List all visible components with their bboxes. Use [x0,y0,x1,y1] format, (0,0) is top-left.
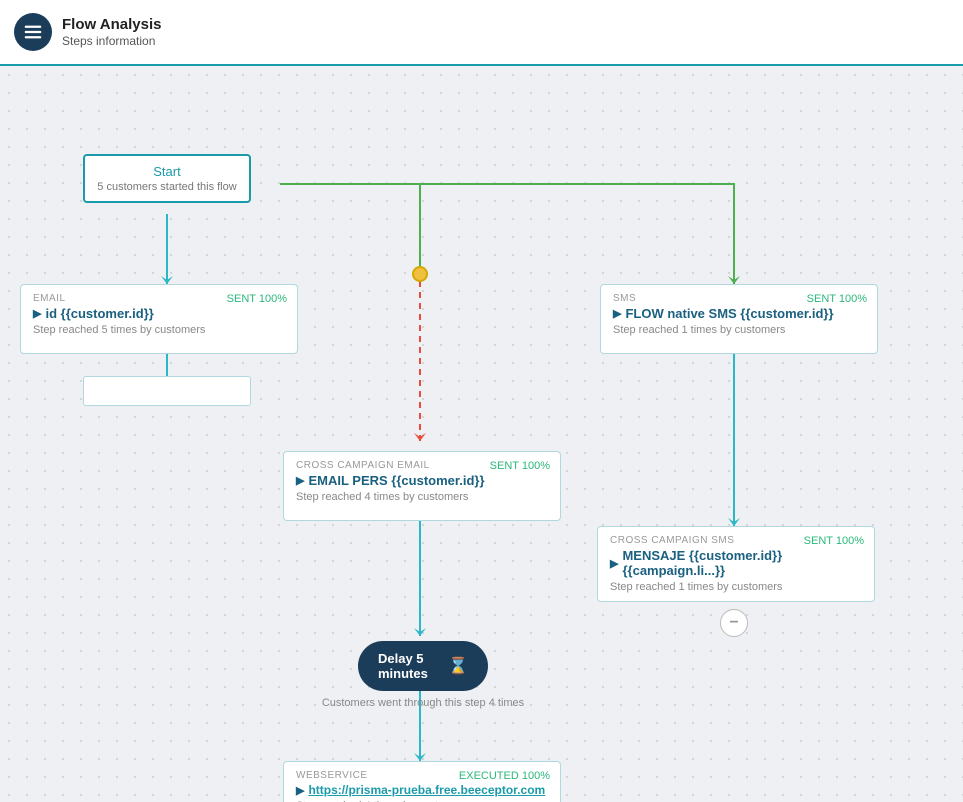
sms-name: ▶ FLOW native SMS {{customer.id}} [613,306,865,321]
sms-sent: SENT 100% [807,293,867,305]
menu-icon [22,21,44,43]
sms-node: SMS SENT 100% ▶ FLOW native SMS {{custom… [600,284,878,354]
start-sub: 5 customers started this flow [97,181,237,193]
app-title: Flow Analysis [62,16,161,34]
cross-email-reach: Step reached 4 times by customers [296,491,548,503]
cross-email-sent: SENT 100% [490,460,550,472]
webservice-executed: EXECUTED 100% [459,770,550,782]
cross-sms-sent: SENT 100% [804,535,864,547]
minus-circle-1[interactable]: − [720,609,748,637]
email-sent: SENT 100% [227,293,287,305]
email-reach: Step reached 5 times by customers [33,324,285,336]
start-node: Start 5 customers started this flow [83,154,251,203]
delay-hourglass-icon: ⌛ [448,656,468,676]
cross-sms-node: CROSS CAMPAIGN SMS SENT 100% ▶ MENSAJE {… [597,526,875,602]
webservice-link[interactable]: https://prisma-prueba.free.beeceptor.com [308,783,545,797]
delay-sub: Customers went through this step 4 times [322,697,524,709]
webservice-name: ▶ https://prisma-prueba.free.beeceptor.c… [296,783,548,797]
sms-reach: Step reached 1 times by customers [613,324,865,336]
app-header: Flow Analysis Steps information [0,0,963,66]
header-text: Flow Analysis Steps information [62,16,161,48]
app-subtitle: Steps information [62,34,161,48]
delay-node: Delay 5 minutes ⌛ Customers went through… [358,641,488,691]
email-node: Email SENT 100% ▶ id {{customer.id}} Ste… [20,284,298,354]
webservice-node: Webservice EXECUTED 100% ▶ https://prism… [283,761,561,802]
cross-email-node: CROSS CAMPAIGN EMAIL SENT 100% ▶ EMAIL P… [283,451,561,521]
decision-dot [412,266,428,282]
email-name: ▶ id {{customer.id}} [33,306,285,321]
app-icon [14,13,52,51]
flow-canvas: Start 5 customers started this flow Emai… [0,66,963,802]
cross-sms-name: ▶ MENSAJE {{customer.id}} {{campaign.li.… [610,548,862,578]
cross-sms-reach: Step reached 1 times by customers [610,581,862,593]
start-label: Start [97,164,237,179]
email-sub-box [83,376,251,406]
delay-label: Delay 5 minutes [378,651,440,681]
cross-email-name: ▶ EMAIL PERS {{customer.id}} [296,473,548,488]
